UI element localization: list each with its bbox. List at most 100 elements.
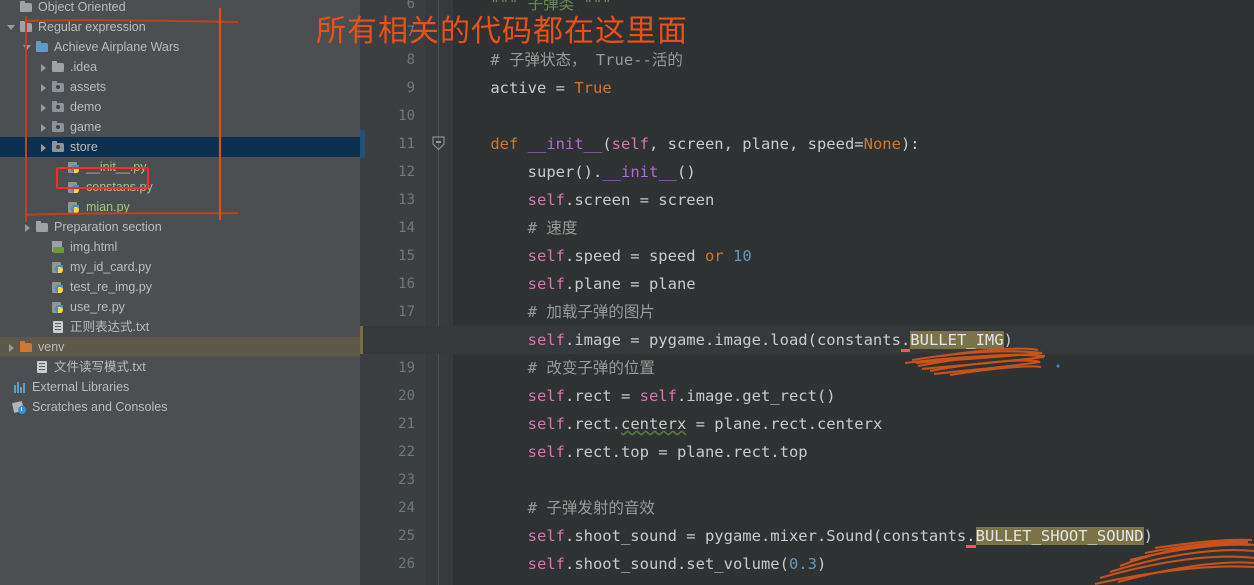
tree-item-12[interactable]: img.html <box>0 237 360 257</box>
changed-line-marker <box>360 130 365 158</box>
chevron-right-icon[interactable] <box>38 122 49 133</box>
code-line[interactable]: self.screen = screen <box>453 186 715 214</box>
line-number[interactable]: 15 <box>365 242 415 270</box>
pycharm-window: Object Oriented Regular expression Achieve… <box>0 0 1254 585</box>
chevron-right-icon[interactable] <box>38 82 49 93</box>
folder-source-icon <box>51 120 66 134</box>
chevron-down-icon[interactable] <box>6 22 17 33</box>
tree-arrow-spacer <box>6 2 17 13</box>
code-line[interactable]: self.shoot_sound.play() <box>453 578 743 585</box>
tree-item-4[interactable]: assets <box>0 77 360 97</box>
python-file-icon <box>67 201 82 214</box>
folder-gray-icon <box>35 220 50 234</box>
tree-item-19[interactable]: External Libraries <box>0 377 360 397</box>
code-line[interactable]: super().__init__() <box>453 158 696 186</box>
chevron-down-icon[interactable] <box>22 42 33 53</box>
editor-code-surface[interactable]: """ 子弹类 """ # 子弹状态， True--活的 active = Tr… <box>453 0 1254 585</box>
tree-item-16[interactable]: 正则表达式.txt <box>0 317 360 337</box>
folder-source-icon <box>51 140 66 154</box>
line-number[interactable]: 27 <box>365 578 415 585</box>
chevron-right-icon[interactable] <box>38 62 49 73</box>
tree-item-3[interactable]: .idea <box>0 57 360 77</box>
code-line[interactable]: self.rect = self.image.get_rect() <box>453 382 836 410</box>
line-number[interactable]: 11 <box>365 130 415 158</box>
code-editor[interactable]: 6789101112131415161718192021222324252627… <box>360 0 1254 585</box>
tree-item-label: Regular expression <box>38 20 146 34</box>
tree-item-label: venv <box>38 340 65 354</box>
line-number[interactable]: 23 <box>365 466 415 494</box>
editor-fold-column[interactable] <box>425 0 453 585</box>
headline-annotation: 所有相关的代码都在这里面 <box>316 14 688 49</box>
tree-item-label: my_id_card.py <box>70 260 152 274</box>
line-number[interactable]: 12 <box>365 158 415 186</box>
chevron-right-icon[interactable] <box>6 342 17 353</box>
tree-item-17[interactable]: venv <box>0 337 360 357</box>
line-number[interactable]: 21 <box>365 410 415 438</box>
line-number[interactable]: 10 <box>365 102 415 130</box>
tree-arrow-spacer <box>0 402 11 413</box>
code-line[interactable]: # 子弹发射的音效 <box>453 494 655 522</box>
line-number[interactable]: 9 <box>365 74 415 102</box>
text-file-icon <box>51 320 66 334</box>
chevron-right-icon[interactable] <box>38 102 49 113</box>
python-file-icon <box>51 301 66 314</box>
tree-arrow-spacer <box>38 242 49 253</box>
line-number[interactable]: 17 <box>365 298 415 326</box>
code-line[interactable]: self.plane = plane <box>453 270 696 298</box>
tree-item-0[interactable]: Object Oriented <box>0 0 360 17</box>
code-line[interactable]: # 改变子弹的位置 <box>453 354 655 382</box>
line-number[interactable]: 14 <box>365 214 415 242</box>
code-line[interactable]: self.shoot_sound.set_volume(0.3) <box>453 550 827 578</box>
folder-orange-icon <box>19 340 34 354</box>
line-number[interactable]: 22 <box>365 438 415 466</box>
external-libraries-icon <box>13 381 28 394</box>
tree-item-2[interactable]: Achieve Airplane Wars <box>0 37 360 57</box>
folder-gray-icon <box>51 60 66 74</box>
code-line[interactable]: self.shoot_sound = pygame.mixer.Sound(co… <box>453 522 1153 550</box>
tree-item-15[interactable]: use_re.py <box>0 297 360 317</box>
line-number[interactable]: 20 <box>365 382 415 410</box>
tree-arrow-spacer <box>38 322 49 333</box>
tree-item-label: .idea <box>70 60 98 74</box>
code-line[interactable]: def __init__(self, screen, plane, speed=… <box>453 130 919 158</box>
tree-item-14[interactable]: test_re_img.py <box>0 277 360 297</box>
line-number[interactable]: 8 <box>365 46 415 74</box>
line-number[interactable]: 26 <box>365 550 415 578</box>
tree-item-8[interactable]: __init__.py <box>0 157 360 177</box>
code-line[interactable]: active = True <box>453 74 611 102</box>
line-number[interactable]: 16 <box>365 270 415 298</box>
tree-item-label: 文件读写模式.txt <box>54 360 146 374</box>
line-number[interactable]: 25 <box>365 522 415 550</box>
tree-item-18[interactable]: 文件读写模式.txt <box>0 357 360 377</box>
text-file-icon <box>35 360 50 374</box>
tree-item-11[interactable]: Preparation section <box>0 217 360 237</box>
code-line[interactable]: self.speed = speed or 10 <box>453 242 752 270</box>
code-line[interactable]: # 加载子弹的图片 <box>453 298 655 326</box>
chevron-right-icon[interactable] <box>22 222 33 233</box>
chevron-right-icon[interactable] <box>38 142 49 153</box>
tree-item-10[interactable]: mian.py <box>0 197 360 217</box>
editor-line-number-gutter[interactable]: 6789101112131415161718192021222324252627 <box>365 0 425 585</box>
tree-arrow-spacer <box>54 202 65 213</box>
python-file-icon <box>51 261 66 274</box>
tree-item-13[interactable]: my_id_card.py <box>0 257 360 277</box>
line-number[interactable]: 19 <box>365 354 415 382</box>
code-line[interactable]: # 速度 <box>453 214 578 242</box>
tree-item-20[interactable]: Scratches and Consoles <box>0 397 360 417</box>
project-tree-panel[interactable]: Object Oriented Regular expression Achieve… <box>0 0 360 585</box>
line-number[interactable]: 13 <box>365 186 415 214</box>
tree-item-label: use_re.py <box>70 300 125 314</box>
tree-item-7[interactable]: store <box>0 137 360 157</box>
code-line[interactable]: # 子弹状态， True--活的 <box>453 46 683 74</box>
code-line[interactable]: self.rect.centerx = plane.rect.centerx <box>453 410 883 438</box>
fold-guide-line <box>438 0 439 585</box>
code-fold-collapse-icon[interactable] <box>432 136 445 151</box>
tree-item-6[interactable]: game <box>0 117 360 137</box>
python-file-icon <box>51 281 66 294</box>
code-line[interactable]: self.image = pygame.image.load(constants… <box>453 326 1013 354</box>
tree-item-9[interactable]: constans.py <box>0 177 360 197</box>
code-line[interactable]: self.rect.top = plane.rect.top <box>453 438 808 466</box>
tree-item-1[interactable]: Regular expression <box>0 17 360 37</box>
line-number[interactable]: 24 <box>365 494 415 522</box>
tree-item-5[interactable]: demo <box>0 97 360 117</box>
